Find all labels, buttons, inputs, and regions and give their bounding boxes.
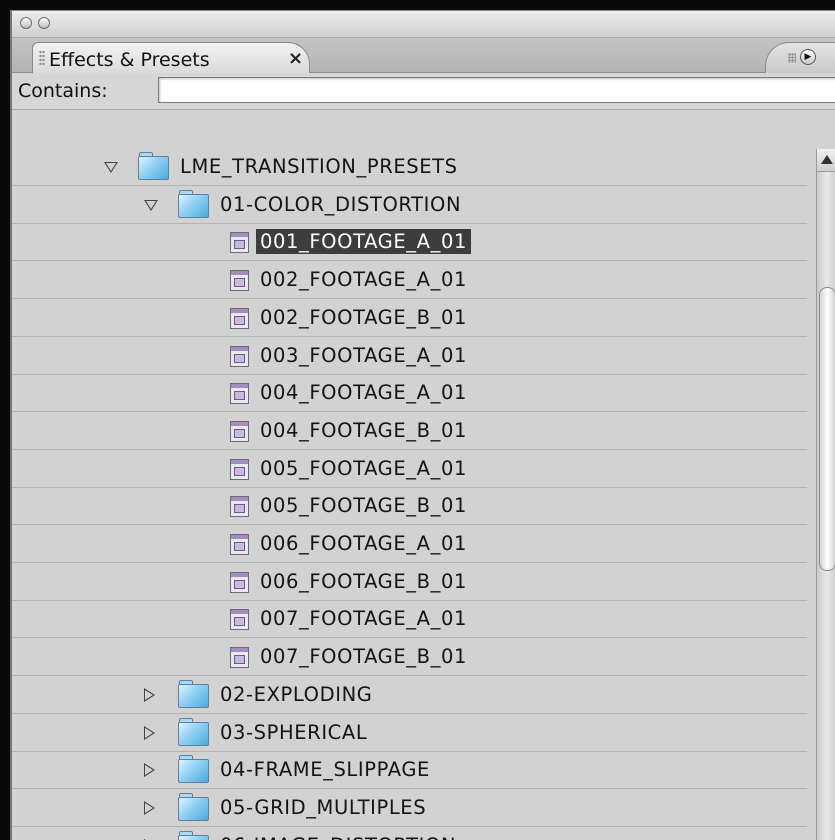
folder-icon — [138, 152, 169, 180]
menu-grip-icon — [788, 53, 796, 63]
preset-file-icon — [230, 345, 249, 367]
tree-preset-row[interactable]: 001_FOOTAGE_A_01 — [12, 223, 807, 262]
disclosure-collapsed-icon[interactable] — [144, 687, 155, 702]
scroll-thumb[interactable] — [819, 287, 835, 571]
tree-item-label: 005_FOOTAGE_A_01 — [260, 456, 467, 480]
tree-preset-row[interactable]: 005_FOOTAGE_A_01 — [12, 450, 807, 488]
preset-file-icon — [230, 383, 249, 405]
tree-item-label: 03-SPHERICAL — [220, 720, 368, 744]
search-label: Contains: — [18, 80, 108, 102]
preset-file-icon — [230, 571, 249, 593]
tree-item-label: 005_FOOTAGE_B_01 — [260, 494, 467, 518]
folder-icon — [178, 189, 209, 218]
preset-file-icon — [230, 458, 249, 480]
folder-icon — [178, 717, 209, 746]
tree-item-label: 002_FOOTAGE_A_01 — [260, 268, 467, 292]
tree-folder-row[interactable]: 01-COLOR_DISTORTION — [12, 186, 807, 224]
disclosure-expanded-icon[interactable] — [144, 199, 158, 211]
tree-item-label: 006_FOOTAGE_A_01 — [260, 532, 467, 555]
preset-file-icon — [230, 647, 249, 669]
tree-item-label: 004_FOOTAGE_A_01 — [260, 381, 467, 405]
tree-item-label: 007_FOOTAGE_A_01 — [260, 607, 467, 631]
tree-item-label: 001_FOOTAGE_A_01 — [256, 229, 471, 255]
vertical-scrollbar[interactable] — [816, 149, 835, 840]
panel-menu-area: ▶ — [765, 42, 835, 74]
window-zoom-button[interactable] — [38, 17, 50, 29]
tree-preset-row[interactable]: 005_FOOTAGE_B_01 — [12, 487, 807, 526]
effects-presets-panel: Effects & Presets × ▶ Contains: LME_TRAN… — [10, 10, 835, 840]
folder-icon — [178, 679, 209, 708]
tree-folder-row[interactable]: 05-GRID_MULTIPLES — [12, 789, 807, 827]
preset-file-icon — [230, 609, 249, 631]
tree-folder-row[interactable]: 04-FRAME_SLIPPAGE — [12, 751, 807, 790]
tree-item-label: 004_FOOTAGE_B_01 — [260, 418, 467, 442]
search-bar: Contains: — [12, 73, 835, 110]
tree-item-label: 003_FOOTAGE_A_01 — [260, 343, 467, 367]
window-titlebar — [12, 11, 835, 38]
tree-preset-row[interactable]: 007_FOOTAGE_A_01 — [12, 600, 807, 639]
tree-item-label: 01-COLOR_DISTORTION — [220, 192, 462, 216]
tree-preset-row[interactable]: 004_FOOTAGE_A_01 — [12, 374, 807, 413]
folder-icon — [178, 792, 209, 821]
tree-item-label: 02-EXPLODING — [220, 682, 373, 706]
tree-folder-row[interactable]: 06-IMAGE_DISTORTION — [12, 827, 807, 840]
tab-close-icon[interactable]: × — [288, 48, 303, 69]
tree-preset-row[interactable]: 003_FOOTAGE_A_01 — [12, 337, 807, 375]
tab-label: Effects & Presets — [49, 49, 210, 71]
panel-tab-bar: Effects & Presets × ▶ — [12, 38, 835, 74]
preset-file-icon — [230, 534, 249, 555]
preset-file-icon — [230, 420, 249, 442]
tab-grip-icon[interactable] — [39, 50, 45, 66]
tab-effects-presets[interactable]: Effects & Presets × — [32, 42, 310, 74]
preset-file-icon — [230, 307, 249, 329]
tree-preset-row[interactable]: 002_FOOTAGE_A_01 — [12, 261, 807, 300]
tree-preset-row[interactable]: 006_FOOTAGE_A_01 — [12, 525, 807, 563]
presets-tree: LME_TRANSITION_PRESETS 01-COLOR_DISTORTIO… — [12, 140, 807, 840]
tree-folder-row[interactable]: LME_TRANSITION_PRESETS — [12, 148, 807, 186]
search-input[interactable] — [158, 77, 835, 103]
tree-preset-row[interactable]: 004_FOOTAGE_B_01 — [12, 412, 807, 450]
disclosure-expanded-icon[interactable] — [104, 162, 118, 173]
tree-item-label: LME_TRANSITION_PRESETS — [180, 155, 458, 178]
tree-preset-row[interactable]: 006_FOOTAGE_B_01 — [12, 563, 807, 601]
tree-item-label: 006_FOOTAGE_B_01 — [260, 569, 467, 593]
disclosure-collapsed-icon[interactable] — [144, 800, 155, 815]
preset-file-icon — [230, 232, 249, 254]
tree-item-label: 007_FOOTAGE_B_01 — [260, 645, 467, 669]
preset-file-icon — [230, 270, 249, 292]
tree-preset-row[interactable]: 002_FOOTAGE_B_01 — [12, 299, 807, 337]
tree-folder-row[interactable]: 02-EXPLODING — [12, 676, 807, 714]
tree-preset-row[interactable]: 007_FOOTAGE_B_01 — [12, 638, 807, 677]
tree-folder-row[interactable]: 03-SPHERICAL — [12, 714, 807, 752]
tree-item-label: 002_FOOTAGE_B_01 — [260, 305, 467, 329]
panel-menu-button[interactable]: ▶ — [800, 49, 816, 65]
disclosure-collapsed-icon[interactable] — [144, 725, 155, 740]
tree-item-label: 05-GRID_MULTIPLES — [220, 795, 427, 819]
disclosure-collapsed-icon[interactable] — [144, 763, 155, 778]
preset-file-icon — [230, 496, 249, 518]
window-close-button[interactable] — [20, 17, 32, 29]
scroll-up-arrow-icon[interactable] — [817, 149, 835, 172]
tree-item-label: 04-FRAME_SLIPPAGE — [220, 758, 430, 782]
folder-icon — [178, 755, 209, 784]
